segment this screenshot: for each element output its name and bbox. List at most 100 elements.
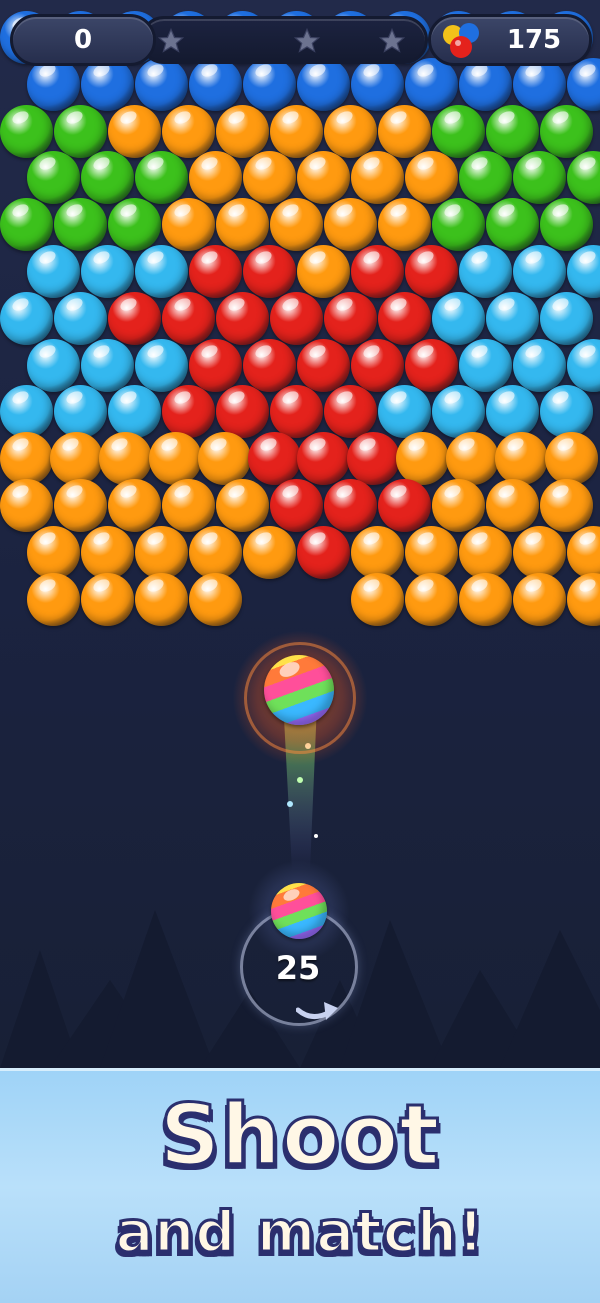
red-bubble (324, 291, 377, 345)
cyan-bubble (135, 338, 188, 392)
coins-panel[interactable]: 175 (428, 14, 592, 66)
banner-title-line1: Shoot (158, 1085, 441, 1186)
cyan-bubble (513, 338, 566, 392)
orange-bubble (405, 151, 458, 205)
green-bubble (54, 198, 107, 252)
orange-bubble (270, 198, 323, 252)
green-bubble (459, 151, 512, 205)
orange-bubble (189, 525, 242, 579)
bubbles-currency-icon (443, 23, 479, 58)
red-bubble (247, 432, 301, 486)
cyan-bubble (567, 245, 600, 298)
orange-bubble (459, 572, 512, 626)
orange-bubble (108, 104, 161, 158)
cyan-bubble (0, 291, 53, 345)
shots-remaining: 25 (275, 949, 321, 987)
orange-bubble (216, 104, 269, 158)
red-bubble (162, 385, 215, 439)
orange-bubble (567, 572, 600, 626)
red-bubble (324, 479, 377, 532)
cyan-bubble (486, 291, 539, 345)
orange-bubble (198, 432, 251, 486)
cyan-bubble (27, 338, 80, 392)
orange-bubble (27, 572, 80, 626)
cyan-bubble (567, 338, 600, 392)
orange-bubble (162, 479, 215, 532)
star-icon (157, 27, 185, 53)
orange-bubble (459, 525, 512, 579)
green-bubble (513, 151, 566, 205)
green-bubble (486, 104, 539, 158)
green-bubble (567, 151, 600, 205)
red-bubble (270, 479, 323, 532)
orange-bubble (135, 572, 188, 626)
orange-bubble (148, 432, 202, 486)
orange-bubble (0, 479, 53, 532)
cyan-bubble (135, 245, 188, 298)
cyan-bubble (486, 385, 539, 439)
orange-bubble (270, 104, 323, 158)
banner-title-line2: and match! (114, 1199, 485, 1267)
orange-bubble (486, 479, 539, 532)
orange-bubble (243, 525, 296, 579)
orange-bubble (297, 151, 350, 205)
orange-bubble (49, 432, 103, 486)
orange-bubble (162, 104, 215, 158)
top-hud: 0 175 (10, 12, 592, 66)
cyan-bubble (0, 385, 53, 439)
cyan-bubble (81, 338, 134, 392)
game-area[interactable]: 25 0 175 (0, 0, 600, 1068)
orange-bubble (297, 245, 350, 298)
orange-bubble (189, 151, 242, 205)
red-bubble (270, 291, 323, 345)
red-bubble (189, 338, 242, 392)
orange-bubble (189, 572, 242, 626)
flying-rainbow-bubble (264, 655, 334, 725)
coins-value: 175 (506, 25, 562, 55)
orange-bubble (0, 432, 53, 486)
red-bubble (405, 338, 458, 392)
cyan-bubble (108, 385, 161, 439)
red-bubble (297, 432, 350, 486)
green-bubble (135, 151, 188, 205)
star-progress-bar (140, 16, 428, 64)
orange-bubble (378, 104, 431, 158)
orange-bubble (99, 432, 152, 486)
orange-bubble (513, 525, 566, 579)
orange-bubble (405, 572, 458, 626)
orange-bubble (324, 198, 377, 252)
cyan-bubble (459, 338, 512, 392)
red-bubble (243, 338, 296, 392)
cyan-bubble (432, 385, 485, 439)
loaded-rainbow-bubble[interactable] (271, 883, 327, 939)
orange-bubble (378, 198, 431, 252)
orange-bubble (216, 479, 269, 532)
orange-bubble (513, 572, 566, 626)
red-bubble (216, 291, 269, 345)
orange-bubble (81, 572, 134, 626)
green-bubble (81, 151, 134, 205)
green-bubble (54, 104, 107, 158)
red-bubble (243, 245, 296, 298)
red-bubble (351, 338, 404, 392)
cyan-bubble (378, 385, 431, 439)
orange-bubble (81, 525, 134, 579)
orange-bubble (108, 479, 161, 532)
orange-bubble (351, 572, 404, 626)
orange-bubble (351, 525, 404, 579)
red-bubble (162, 291, 215, 345)
red-bubble (297, 525, 350, 579)
orange-bubble (405, 525, 458, 579)
orange-bubble (243, 151, 296, 205)
cyan-bubble (540, 291, 593, 345)
red-bubble (324, 385, 377, 439)
star-icon (293, 27, 321, 53)
orange-bubble (432, 479, 485, 532)
orange-bubble (135, 525, 188, 579)
cyan-bubble (27, 245, 80, 298)
cyan-bubble (54, 385, 107, 439)
orange-bubble (445, 432, 499, 486)
red-bubble (378, 479, 431, 532)
score-panel: 0 (10, 14, 156, 66)
swap-arrow-icon[interactable] (296, 992, 340, 1026)
